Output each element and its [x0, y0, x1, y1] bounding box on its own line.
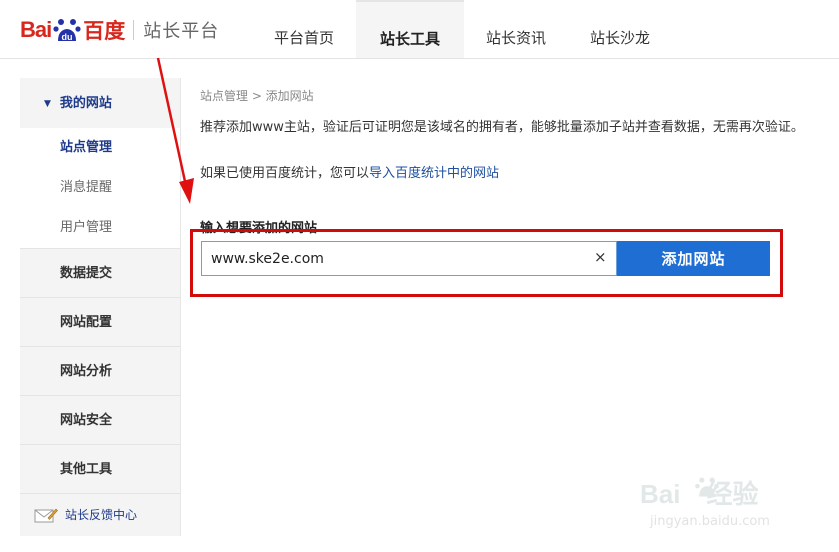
- baidu-logo[interactable]: Bai du 百度 站长平台: [20, 14, 219, 46]
- sidebar-item-site-security[interactable]: 网站安全: [20, 396, 180, 445]
- envelope-pencil-icon: [34, 508, 58, 523]
- feedback-label: 站长反馈中心: [65, 508, 138, 522]
- sidebar-item-other-tools[interactable]: 其他工具: [20, 445, 180, 494]
- main-nav: 平台首页 站长工具 站长资讯 站长沙龙: [252, 0, 672, 58]
- sidebar-item-site-management[interactable]: 站点管理: [20, 128, 180, 168]
- sidebar-item-site-analysis[interactable]: 网站分析: [20, 347, 180, 396]
- sidebar-item-site-config[interactable]: 网站配置: [20, 298, 180, 347]
- nav-tools[interactable]: 站长工具: [356, 0, 465, 58]
- add-site-description: 推荐添加www主站，验证后可证明您是该域名的拥有者，能够批量添加子站并查看数据，…: [200, 120, 804, 135]
- site-url-field[interactable]: [201, 241, 617, 276]
- site-url-input[interactable]: [202, 242, 581, 275]
- sidebar-item-my-site[interactable]: ▼ 我的网站: [20, 78, 180, 128]
- add-site-button[interactable]: 添加网站: [617, 241, 770, 276]
- logo-divider: [133, 20, 135, 40]
- watermark-url: jingyan.baidu.com: [650, 514, 770, 529]
- sidebar-item-data-submit[interactable]: 数据提交: [20, 249, 180, 298]
- watermark-paw-icon: [695, 477, 719, 497]
- baidu-jingyan-watermark: Bai 经验 jingyan.baidu.com: [640, 460, 830, 540]
- main-content: 站点管理 > 添加网站 推荐添加www主站，验证后可证明您是该域名的拥有者，能够…: [200, 78, 839, 236]
- logo-bai-text: Bai: [20, 17, 52, 42]
- sidebar-feedback-link[interactable]: 站长反馈中心: [20, 494, 180, 536]
- clear-icon[interactable]: ×: [594, 248, 607, 266]
- top-header: Bai du 百度 站长平台 平台首页 站长工具 站长资讯 站长沙龙: [0, 0, 839, 59]
- nav-news[interactable]: 站长资讯: [464, 0, 568, 58]
- sidebar-item-users[interactable]: 用户管理: [20, 208, 180, 248]
- sidebar-submenu: 站点管理 消息提醒 用户管理: [20, 128, 180, 249]
- platform-title: 站长平台: [143, 21, 220, 42]
- paw-icon: du: [53, 19, 81, 42]
- logo-du-text: du: [62, 32, 73, 42]
- tongji-hint-text: 如果已使用百度统计，您可以: [200, 166, 370, 181]
- sidebar: ▼ 我的网站 站点管理 消息提醒 用户管理 数据提交 网站配置 网站分析 网站安全…: [20, 78, 181, 536]
- import-tongji-link[interactable]: 导入百度统计中的网站: [369, 166, 499, 181]
- nav-salon[interactable]: 站长沙龙: [568, 0, 672, 58]
- nav-home[interactable]: 平台首页: [252, 0, 356, 58]
- triangle-down-icon: ▼: [44, 99, 51, 109]
- breadcrumb: 站点管理 > 添加网站: [200, 89, 314, 103]
- logo-baidu-chinese: 百度: [83, 19, 126, 43]
- sidebar-item-messages[interactable]: 消息提醒: [20, 168, 180, 208]
- tongji-hint: 如果已使用百度统计，您可以导入百度统计中的网站: [200, 162, 839, 181]
- sidebar-item-label: 我的网站: [59, 96, 112, 111]
